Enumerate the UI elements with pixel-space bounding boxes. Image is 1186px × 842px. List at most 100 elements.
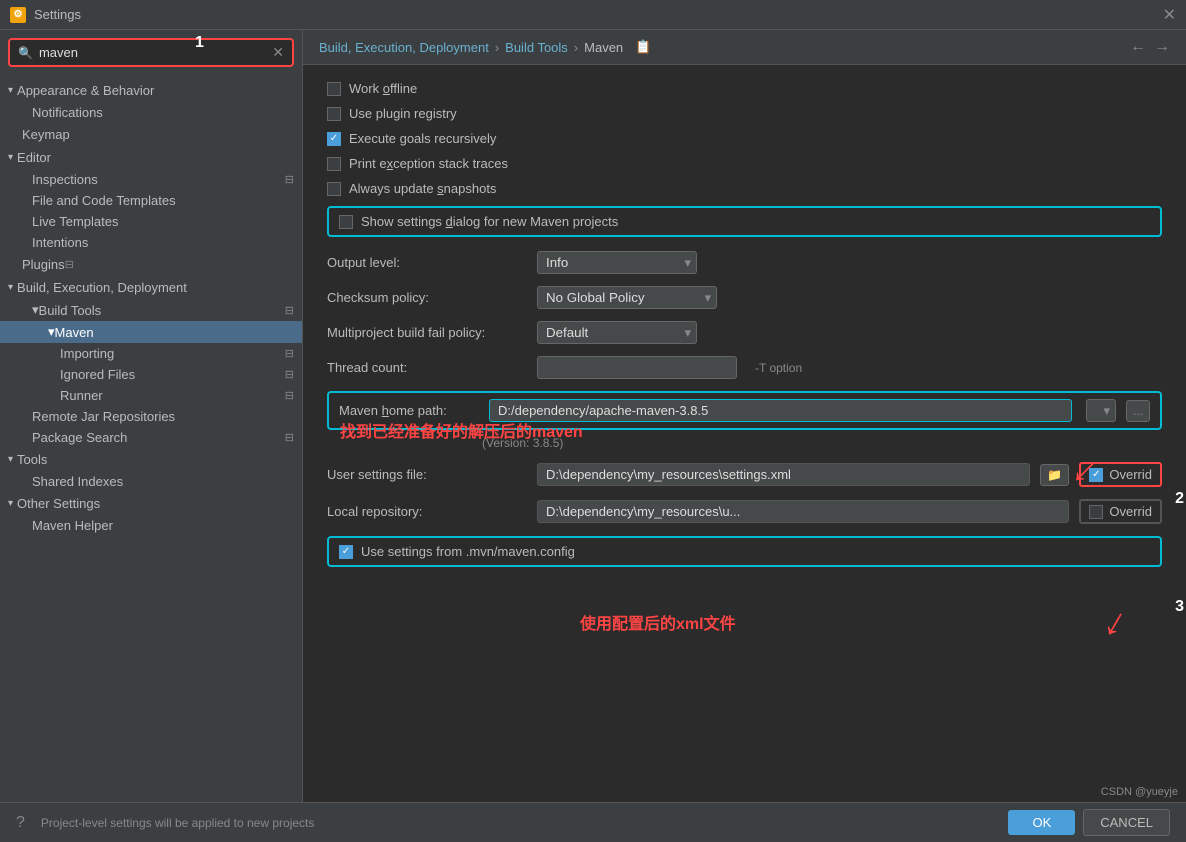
sidebar-item-other-settings[interactable]: ▾ Other Settings — [0, 492, 302, 515]
sidebar-item-label: Ignored Files — [60, 367, 135, 382]
arrow-icon: ▾ — [8, 85, 13, 96]
sidebar-item-label: File and Code Templates — [32, 193, 176, 208]
content-panel: Build, Execution, Deployment › Build Too… — [303, 30, 1186, 802]
output-level-select[interactable]: Info Debug Warn Error — [537, 251, 697, 274]
print-exception-checkbox[interactable] — [327, 157, 341, 171]
always-update-label: Always update snapshots — [349, 181, 496, 196]
sidebar-item-shared-indexes[interactable]: Shared Indexes — [0, 471, 302, 492]
maven-home-label: Maven home path: — [339, 403, 479, 418]
always-update-checkbox[interactable] — [327, 182, 341, 196]
search-clear-button[interactable]: ✕ — [272, 44, 284, 61]
local-repository-row: Local repository: Overrid — [327, 499, 1162, 524]
maven-home-input[interactable] — [489, 399, 1072, 422]
sidebar-item-tools[interactable]: ▾ Tools — [0, 448, 302, 471]
sidebar-item-label: Maven Helper — [32, 518, 113, 533]
search-wrapper: 🔍 ✕ — [8, 38, 294, 67]
watermark: CSDN @yueyje — [1101, 786, 1178, 798]
search-icon: 🔍 — [18, 46, 33, 60]
user-settings-input[interactable] — [537, 463, 1030, 486]
use-settings-mvn-wrapper: Use settings from .mvn/maven.config — [327, 536, 1162, 567]
t-option-label: -T option — [755, 361, 802, 375]
sidebar-item-keymap[interactable]: Keymap — [0, 123, 302, 146]
nav-forward-button[interactable]: → — [1154, 38, 1170, 56]
checksum-policy-row: Checksum policy: No Global Policy Warn F… — [327, 286, 1162, 309]
settings-icon: ⊟ — [285, 173, 294, 186]
sidebar-item-maven[interactable]: ▾ Maven — [0, 321, 302, 343]
execute-goals-checkbox[interactable] — [327, 132, 341, 146]
multiproject-fail-select-wrapper: Default Never At End Immediately — [537, 321, 697, 344]
use-settings-mvn-checkbox[interactable] — [339, 545, 353, 559]
sidebar-item-label: Notifications — [32, 105, 103, 120]
sidebar-item-label: Plugins — [22, 257, 65, 272]
app-icon: ⚙ — [10, 7, 26, 23]
sidebar-item-remote-jar[interactable]: Remote Jar Repositories — [0, 406, 302, 427]
breadcrumb-nav: ← → — [1130, 38, 1170, 56]
override-user-settings-checkbox[interactable] — [1089, 468, 1103, 482]
maven-home-select[interactable] — [1086, 399, 1116, 422]
maven-home-row: Maven home path: ... — [327, 391, 1162, 430]
user-settings-label: User settings file: — [327, 467, 527, 482]
sidebar-item-live-templates[interactable]: Live Templates — [0, 211, 302, 232]
sidebar-item-build-exec[interactable]: ▾ Build, Execution, Deployment — [0, 276, 302, 299]
settings-icon: ⊟ — [285, 347, 294, 360]
multiproject-fail-row: Multiproject build fail policy: Default … — [327, 321, 1162, 344]
sidebar-item-label: Keymap — [22, 127, 70, 142]
local-repository-input[interactable] — [537, 500, 1069, 523]
sidebar-item-runner[interactable]: Runner ⊟ — [0, 385, 302, 406]
search-input[interactable] — [39, 45, 272, 60]
close-button[interactable]: ✕ — [1163, 5, 1176, 25]
sidebar-item-package-search[interactable]: Package Search ⊟ — [0, 427, 302, 448]
sidebar-item-maven-helper[interactable]: Maven Helper — [0, 515, 302, 536]
sidebar-item-editor[interactable]: ▾ Editor — [0, 146, 302, 169]
breadcrumb-bar: Build, Execution, Deployment › Build Too… — [303, 30, 1186, 65]
sidebar-item-ignored-files[interactable]: Ignored Files ⊟ — [0, 364, 302, 385]
multiproject-fail-select[interactable]: Default Never At End Immediately — [537, 321, 697, 344]
override-checkbox-wrapper-2: Overrid — [1079, 499, 1162, 524]
show-settings-dialog-checkbox[interactable] — [339, 215, 353, 229]
checkbox-print-exception: Print exception stack traces — [327, 156, 1162, 171]
sidebar-item-label: Live Templates — [32, 214, 118, 229]
sidebar-item-notifications[interactable]: Notifications — [0, 102, 302, 123]
sidebar-item-label: Intentions — [32, 235, 88, 250]
thread-count-input[interactable] — [537, 356, 737, 379]
sidebar-item-label: Build Tools — [39, 303, 102, 318]
settings-icon: ⊟ — [65, 258, 74, 271]
sidebar-item-inspections[interactable]: Inspections ⊟ — [0, 169, 302, 190]
output-level-row: Output level: Info Debug Warn Error — [327, 251, 1162, 274]
breadcrumb-sep1: › — [495, 40, 499, 55]
breadcrumb-build[interactable]: Build, Execution, Deployment — [319, 40, 489, 55]
ok-button[interactable]: OK — [1008, 810, 1075, 835]
thread-count-row: Thread count: -T option — [327, 356, 1162, 379]
output-level-label: Output level: — [327, 255, 527, 270]
maven-home-browse-button[interactable]: ... — [1126, 400, 1150, 422]
show-settings-dialog-label: Show settings dialog for new Maven proje… — [361, 214, 618, 229]
sidebar-item-label: Shared Indexes — [32, 474, 123, 489]
breadcrumb-build-tools[interactable]: Build Tools — [505, 40, 568, 55]
sidebar-item-importing[interactable]: Importing ⊟ — [0, 343, 302, 364]
breadcrumb-maven: Maven — [584, 40, 623, 55]
nav-back-button[interactable]: ← — [1130, 38, 1146, 56]
checksum-policy-select[interactable]: No Global Policy Warn Fail Ignore — [537, 286, 717, 309]
override-local-repo-checkbox[interactable] — [1089, 505, 1103, 519]
cancel-button[interactable]: CANCEL — [1083, 809, 1170, 836]
sidebar-item-file-code-templates[interactable]: File and Code Templates — [0, 190, 302, 211]
user-settings-browse-button[interactable]: 📁 — [1040, 464, 1069, 486]
checksum-policy-label: Checksum policy: — [327, 290, 527, 305]
help-button[interactable]: ? — [16, 814, 25, 832]
arrow-icon: ▾ — [8, 498, 13, 509]
sidebar-item-label: Maven — [55, 325, 94, 340]
sidebar-item-build-tools[interactable]: ▾ Build Tools ⊟ — [0, 299, 302, 321]
execute-goals-label: Execute goals recursively — [349, 131, 496, 146]
sidebar-item-appearance[interactable]: ▾ Appearance & Behavior — [0, 79, 302, 102]
use-plugin-checkbox[interactable] — [327, 107, 341, 121]
breadcrumb-sep2: › — [574, 40, 578, 55]
sidebar-item-label: Package Search — [32, 430, 127, 445]
print-exception-label: Print exception stack traces — [349, 156, 508, 171]
work-offline-label: Work offline — [349, 81, 417, 96]
sidebar-item-label: Remote Jar Repositories — [32, 409, 175, 424]
sidebar-item-label: Inspections — [32, 172, 98, 187]
sidebar-item-intentions[interactable]: Intentions — [0, 232, 302, 253]
checkbox-always-update: Always update snapshots — [327, 181, 1162, 196]
work-offline-checkbox[interactable] — [327, 82, 341, 96]
sidebar-item-plugins[interactable]: Plugins ⊟ — [0, 253, 302, 276]
